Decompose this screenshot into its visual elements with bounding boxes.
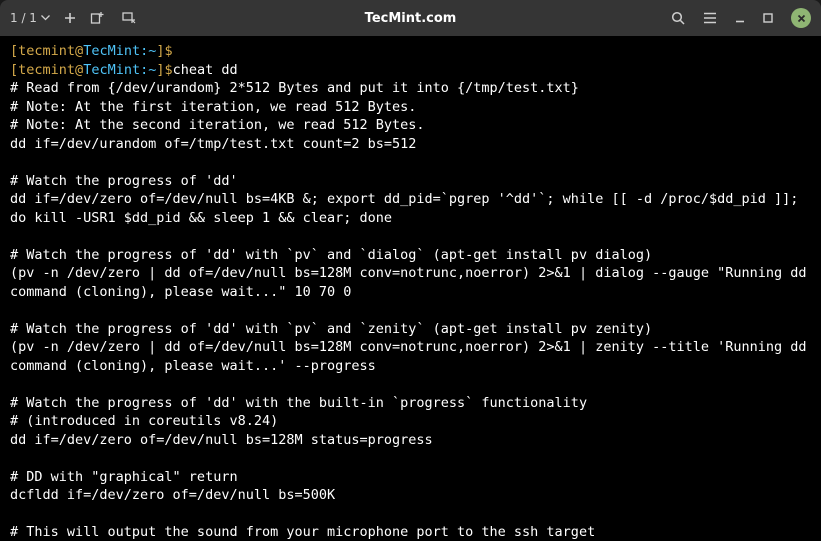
- new-tab-button[interactable]: [64, 12, 76, 24]
- maximize-icon: [763, 13, 773, 23]
- titlebar: 1 / 1 TecMint.com: [0, 0, 821, 36]
- search-button[interactable]: [671, 11, 685, 25]
- copy-paste-button[interactable]: [122, 12, 137, 25]
- prompt-user: tecmint: [18, 43, 75, 59]
- minimize-icon: [735, 13, 745, 23]
- maximize-button[interactable]: [763, 13, 773, 23]
- prompt-open: [: [10, 62, 18, 78]
- output-line: dd if=/dev/zero of=/dev/null bs=4KB &; e…: [10, 191, 807, 226]
- minimize-button[interactable]: [735, 13, 745, 23]
- output-line: # This will output the sound from your m…: [10, 524, 595, 540]
- tab-counter[interactable]: 1 / 1: [10, 11, 50, 25]
- close-icon: [797, 14, 806, 23]
- command-2: cheat dd: [173, 62, 238, 78]
- output-line: # Watch the progress of 'dd': [10, 173, 238, 189]
- prompt-user: tecmint: [18, 62, 75, 78]
- output-line: # Watch the progress of 'dd' with the bu…: [10, 395, 587, 411]
- prompt-close: ]$: [156, 43, 172, 59]
- terminal-output[interactable]: [tecmint@TecMint:~]$ [tecmint@TecMint:~]…: [0, 36, 821, 541]
- prompt-line-2: [tecmint@TecMint:~]$cheat dd: [10, 62, 238, 78]
- output-line: dd if=/dev/urandom of=/tmp/test.txt coun…: [10, 136, 416, 152]
- output-line: dcfldd if=/dev/zero of=/dev/null bs=500K: [10, 487, 335, 503]
- output-line: (pv -n /dev/zero | dd of=/dev/null bs=12…: [10, 339, 815, 374]
- tab-counter-text: 1 / 1: [10, 11, 37, 25]
- new-window-button[interactable]: [90, 11, 104, 25]
- output-line: (pv -n /dev/zero | dd of=/dev/null bs=12…: [10, 265, 815, 300]
- output-line: # Watch the progress of 'dd' with `pv` a…: [10, 321, 652, 337]
- output-line: # Watch the progress of 'dd' with `pv` a…: [10, 247, 652, 263]
- prompt-host: TecMint: [83, 62, 140, 78]
- output-line: # (introduced in coreutils v8.24): [10, 413, 278, 429]
- close-button[interactable]: [791, 8, 811, 28]
- titlebar-right: [671, 8, 811, 28]
- prompt-line-1: [tecmint@TecMint:~]$: [10, 43, 173, 59]
- paste-icon: [122, 12, 137, 25]
- window-title: TecMint.com: [365, 11, 457, 26]
- prompt-at: @: [75, 43, 83, 59]
- plus-icon: [64, 12, 76, 24]
- menu-button[interactable]: [703, 12, 717, 24]
- prompt-colon: :: [140, 62, 148, 78]
- output-line: # Read from {/dev/urandom} 2*512 Bytes a…: [10, 80, 579, 96]
- chevron-down-icon: [41, 15, 50, 21]
- prompt-close: ]$: [156, 62, 172, 78]
- prompt-at: @: [75, 62, 83, 78]
- output-line: dd if=/dev/zero of=/dev/null bs=128M sta…: [10, 432, 433, 448]
- hamburger-icon: [703, 12, 717, 24]
- new-window-icon: [90, 11, 104, 25]
- prompt-host: TecMint: [83, 43, 140, 59]
- search-icon: [671, 11, 685, 25]
- output-line: # Note: At the first iteration, we read …: [10, 99, 416, 115]
- titlebar-left: 1 / 1: [10, 11, 671, 25]
- output-line: # DD with "graphical" return: [10, 469, 238, 485]
- output-line: # Note: At the second iteration, we read…: [10, 117, 425, 133]
- prompt-colon: :: [140, 43, 148, 59]
- prompt-open: [: [10, 43, 18, 59]
